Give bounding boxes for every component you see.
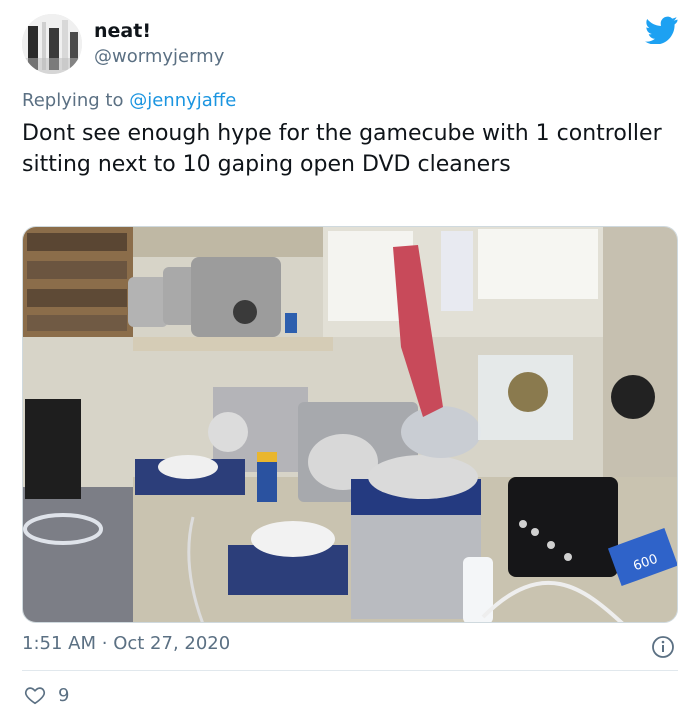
reply-context: Replying to @jennyjaffe [22, 90, 236, 111]
photo-scene: 600 [23, 227, 677, 622]
tweet-timestamp[interactable]: 1:51 AM · Oct 27, 2020 [22, 633, 230, 654]
avatar-image [22, 14, 82, 74]
twitter-bird-icon[interactable] [645, 16, 678, 44]
display-name[interactable]: neat! [94, 20, 151, 42]
avatar[interactable] [22, 14, 82, 74]
tweet-photo[interactable]: 600 [22, 226, 678, 623]
divider [22, 670, 678, 671]
timestamp-separator: · [101, 633, 108, 654]
reply-prefix: Replying to [22, 90, 124, 111]
reply-to-link[interactable]: @jennyjaffe [129, 90, 236, 111]
tweet-time: 1:51 AM [22, 633, 96, 654]
tweet-date: Oct 27, 2020 [113, 633, 231, 654]
like-count: 9 [58, 685, 70, 706]
heart-icon[interactable] [24, 684, 46, 706]
user-handle[interactable]: @wormyjermy [94, 46, 224, 67]
tweet-text: Dont see enough hype for the gamecube wi… [22, 121, 662, 177]
info-icon[interactable] [651, 635, 675, 659]
